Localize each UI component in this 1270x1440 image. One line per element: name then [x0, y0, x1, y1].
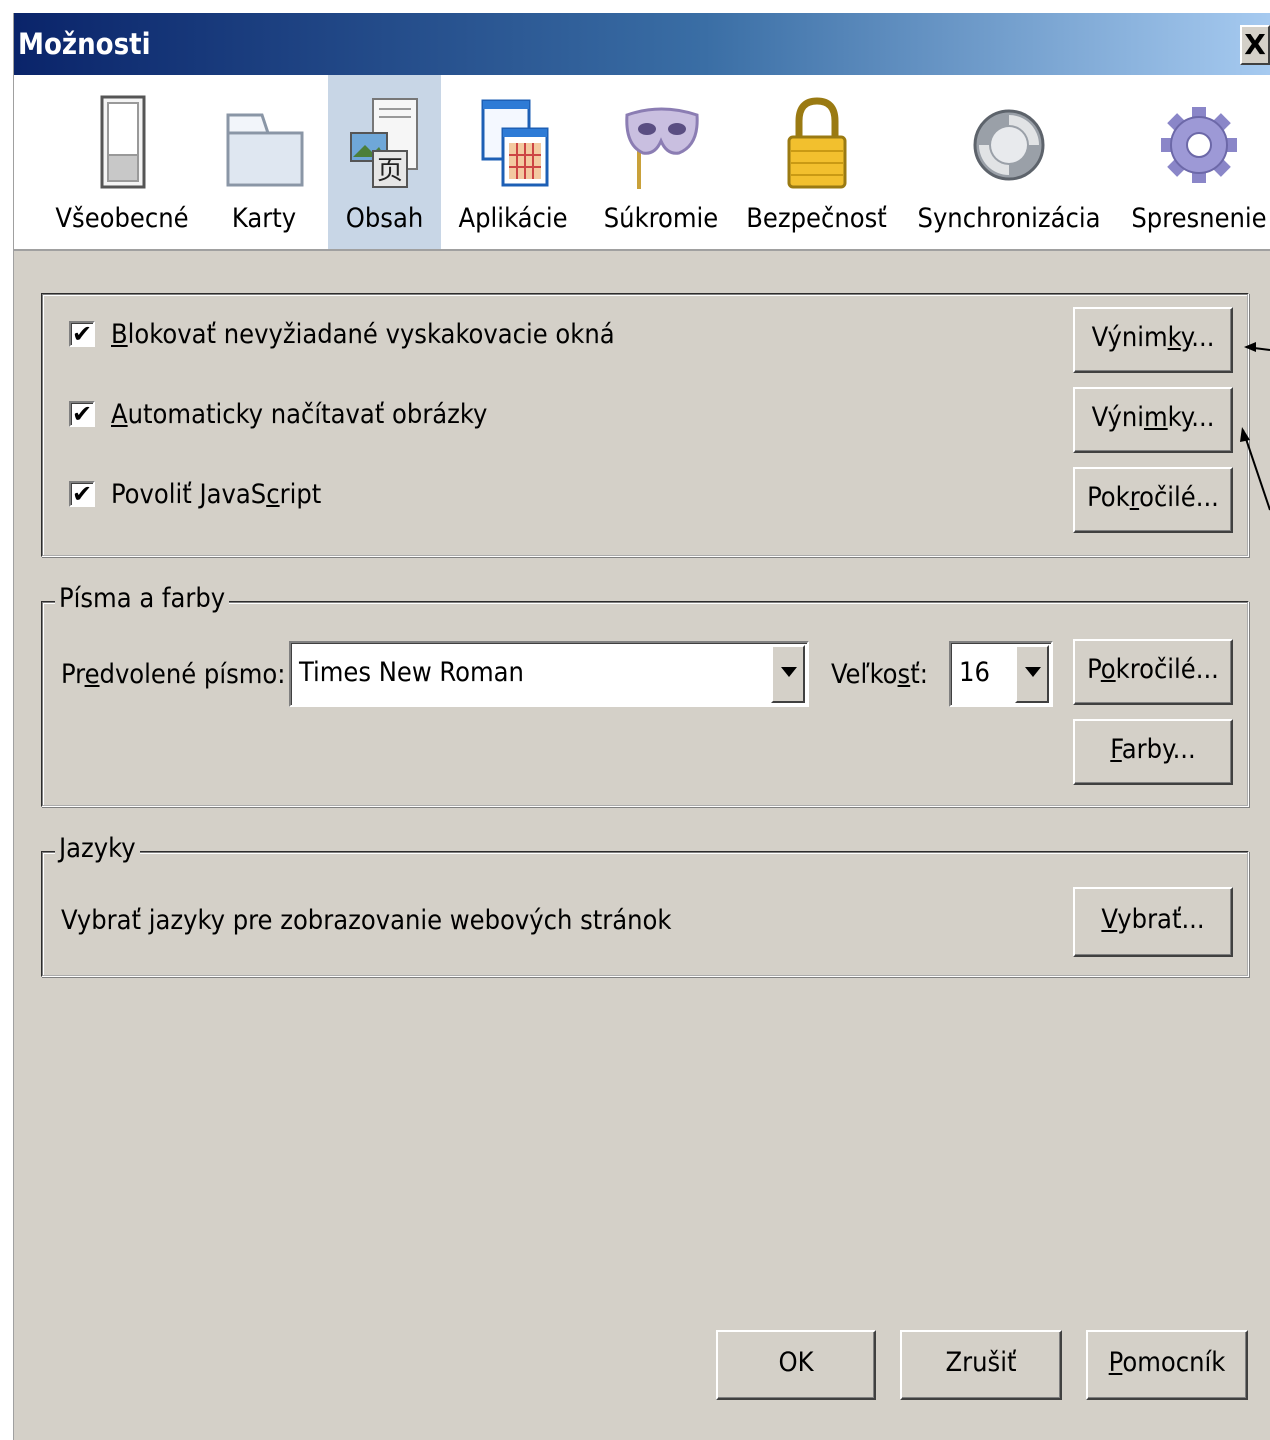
tab-general[interactable]: Všeobecné	[42, 75, 202, 249]
tab-content-label: Obsah	[345, 203, 424, 234]
close-button[interactable]: X	[1240, 25, 1270, 65]
tab-applications[interactable]: Aplikácie	[445, 75, 581, 249]
font-size-select[interactable]: 16	[949, 641, 1053, 707]
image-exceptions-button[interactable]: Výnimky...	[1073, 387, 1233, 453]
default-font-select[interactable]: Times New Roman	[289, 641, 809, 707]
content-settings-group: ✔ Blokovať nevyžiadané vyskakovacie okná…	[41, 293, 1249, 557]
font-size-label: Veľkosť:	[831, 659, 928, 690]
tab-tabs-label: Karty	[231, 203, 297, 234]
mask-icon	[625, 107, 699, 189]
tab-sync-label: Synchronizácia	[917, 203, 1101, 234]
options-dialog: Možnosti X Všeobecné Karty 页 Obsah Aplik…	[13, 13, 1270, 1440]
help-button[interactable]: Pomocník	[1086, 1330, 1248, 1400]
tab-tabs[interactable]: Karty	[204, 75, 324, 249]
tab-content[interactable]: 页 Obsah	[328, 75, 441, 249]
languages-group: Jazyky Vybrať jazyky pre zobrazovanie we…	[41, 833, 1249, 977]
content-icon: 页	[349, 98, 418, 188]
default-font-label: Predvolené písmo:	[61, 659, 286, 690]
tab-security-label: Bezpečnosť	[746, 203, 887, 234]
default-font-value: Times New Roman	[299, 657, 524, 688]
svg-text:页: 页	[376, 156, 402, 186]
tab-privacy-label: Súkromie	[603, 203, 719, 234]
popup-exceptions-button[interactable]: Výnimky...	[1073, 307, 1233, 373]
cancel-button[interactable]: Zrušiť	[900, 1330, 1062, 1400]
load-images-checkbox[interactable]: ✔	[69, 401, 95, 427]
tab-advanced[interactable]: Spresnenie	[1126, 75, 1270, 249]
padlock-icon	[787, 97, 846, 189]
javascript-advanced-button[interactable]: Pokročilé...	[1073, 467, 1233, 533]
chevron-down-icon[interactable]	[771, 645, 805, 703]
fonts-colors-group: Písma a farby Predvolené písmo: Times Ne…	[41, 583, 1249, 807]
dialog-title: Možnosti	[18, 27, 151, 61]
gear-icon	[1161, 107, 1237, 183]
tab-applications-label: Aplikácie	[458, 203, 568, 234]
font-size-value: 16	[959, 657, 990, 688]
fonts-colors-legend: Písma a farby	[55, 583, 230, 614]
fonts-advanced-button[interactable]: Pokročilé...	[1073, 639, 1233, 705]
languages-description: Vybrať jazyky pre zobrazovanie webových …	[61, 905, 672, 936]
tab-privacy[interactable]: Súkromie	[596, 75, 726, 249]
block-popups-checkbox[interactable]: ✔	[69, 321, 95, 347]
load-images-label: Automaticky načítavať obrázky	[111, 399, 488, 430]
tab-advanced-label: Spresnenie	[1131, 203, 1267, 234]
block-popups-label: Blokovať nevyžiadané vyskakovacie okná	[111, 319, 615, 350]
switch-icon	[100, 95, 146, 189]
enable-javascript-label: Povoliť JavaScript	[111, 479, 322, 510]
colors-button[interactable]: Farby...	[1073, 719, 1233, 785]
enable-javascript-checkbox[interactable]: ✔	[69, 481, 95, 507]
sync-icon	[973, 109, 1045, 181]
tab-security[interactable]: Bezpečnosť	[744, 75, 889, 249]
applications-icon	[481, 99, 549, 187]
languages-legend: Jazyky	[55, 833, 140, 864]
ok-button[interactable]: OK	[716, 1330, 876, 1400]
options-toolbar: Všeobecné Karty 页 Obsah Aplikácie Súkrom…	[14, 75, 1270, 251]
title-bar[interactable]: Možnosti X	[14, 13, 1270, 75]
tab-general-label: Všeobecné	[55, 203, 189, 234]
choose-languages-button[interactable]: Vybrať...	[1073, 887, 1233, 957]
folder-tab-icon	[226, 113, 304, 187]
chevron-down-icon[interactable]	[1015, 645, 1049, 703]
tab-sync[interactable]: Synchronizácia	[914, 75, 1104, 249]
